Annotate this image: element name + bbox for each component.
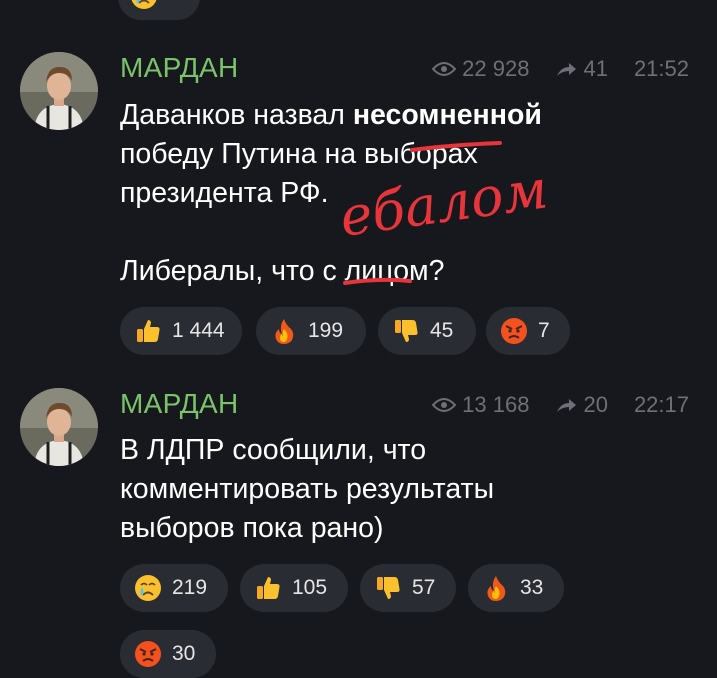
message-time: 22:17	[633, 392, 689, 417]
forward-icon	[555, 61, 577, 77]
forward-count: 41	[583, 56, 608, 81]
text-line: президента РФ.	[120, 177, 329, 209]
fire-icon	[482, 574, 510, 602]
reaction-count: 219	[172, 576, 208, 599]
text-line: Даванков назвал несомненной	[120, 99, 542, 131]
reaction-pill-fire[interactable]: 33	[468, 564, 564, 612]
reaction-pill-fire[interactable]: 199	[256, 307, 366, 355]
reaction-count: 1 444	[172, 319, 225, 342]
author-name[interactable]: МАРДАН	[120, 388, 238, 420]
thumbs-down-icon	[374, 574, 402, 602]
reaction-pill-angry[interactable]: 30	[120, 630, 216, 678]
reaction-count: 57	[412, 576, 436, 599]
reaction-count: 105	[292, 576, 328, 599]
eye-icon	[432, 61, 456, 77]
message-text: Даванков назвал несомненной победу Путин…	[120, 96, 542, 291]
text-line: В ЛДПР сообщили, что	[120, 434, 427, 466]
avatar[interactable]	[20, 388, 98, 466]
view-count: 13 168	[462, 392, 530, 417]
reaction-count: 7	[538, 319, 550, 342]
reaction-pill-thumbs-down[interactable]: 57	[360, 564, 456, 612]
crying-face-icon	[130, 0, 158, 10]
message-meta: 22 928 41 21:52	[432, 56, 689, 82]
crying-face-icon	[134, 574, 162, 602]
forward-icon	[555, 397, 577, 413]
view-count: 22 928	[462, 56, 530, 81]
reaction-count: 30	[172, 642, 196, 665]
avatar[interactable]	[20, 52, 98, 130]
reaction-count: 199	[308, 319, 344, 342]
text-line: выборов пока рано)	[120, 512, 384, 544]
angry-face-icon	[500, 317, 528, 345]
reaction-pill-angry[interactable]: 7	[486, 307, 570, 355]
reaction-pill-crying[interactable]: 6	[118, 0, 200, 20]
reaction-pill-thumbs-up[interactable]: 105	[240, 564, 348, 612]
reaction-count: 33	[520, 576, 544, 599]
message-text: В ЛДПР сообщили, что комментировать резу…	[120, 431, 494, 548]
text-line: Либералы, что с лицом?	[120, 255, 445, 287]
eye-icon	[432, 397, 456, 413]
fire-icon	[270, 317, 298, 345]
message-meta: 13 168 20 22:17	[432, 392, 689, 418]
forward-count: 20	[583, 392, 608, 417]
text-line: победу Путина на выборах	[120, 138, 478, 170]
thumbs-up-icon	[134, 317, 162, 345]
author-name[interactable]: МАРДАН	[120, 52, 238, 84]
message-time: 21:52	[633, 56, 689, 81]
angry-face-icon	[134, 640, 162, 668]
reaction-pill-thumbs-down[interactable]: 45	[378, 307, 476, 355]
text-line: комментировать результаты	[120, 473, 495, 505]
thumbs-down-icon	[392, 317, 420, 345]
reaction-pill-crying[interactable]: 219	[120, 564, 228, 612]
reaction-count: 6	[170, 0, 182, 4]
reaction-count: 45	[430, 319, 454, 342]
thumbs-up-icon	[254, 574, 282, 602]
reaction-pill-thumbs-up[interactable]: 1 444	[120, 307, 242, 355]
